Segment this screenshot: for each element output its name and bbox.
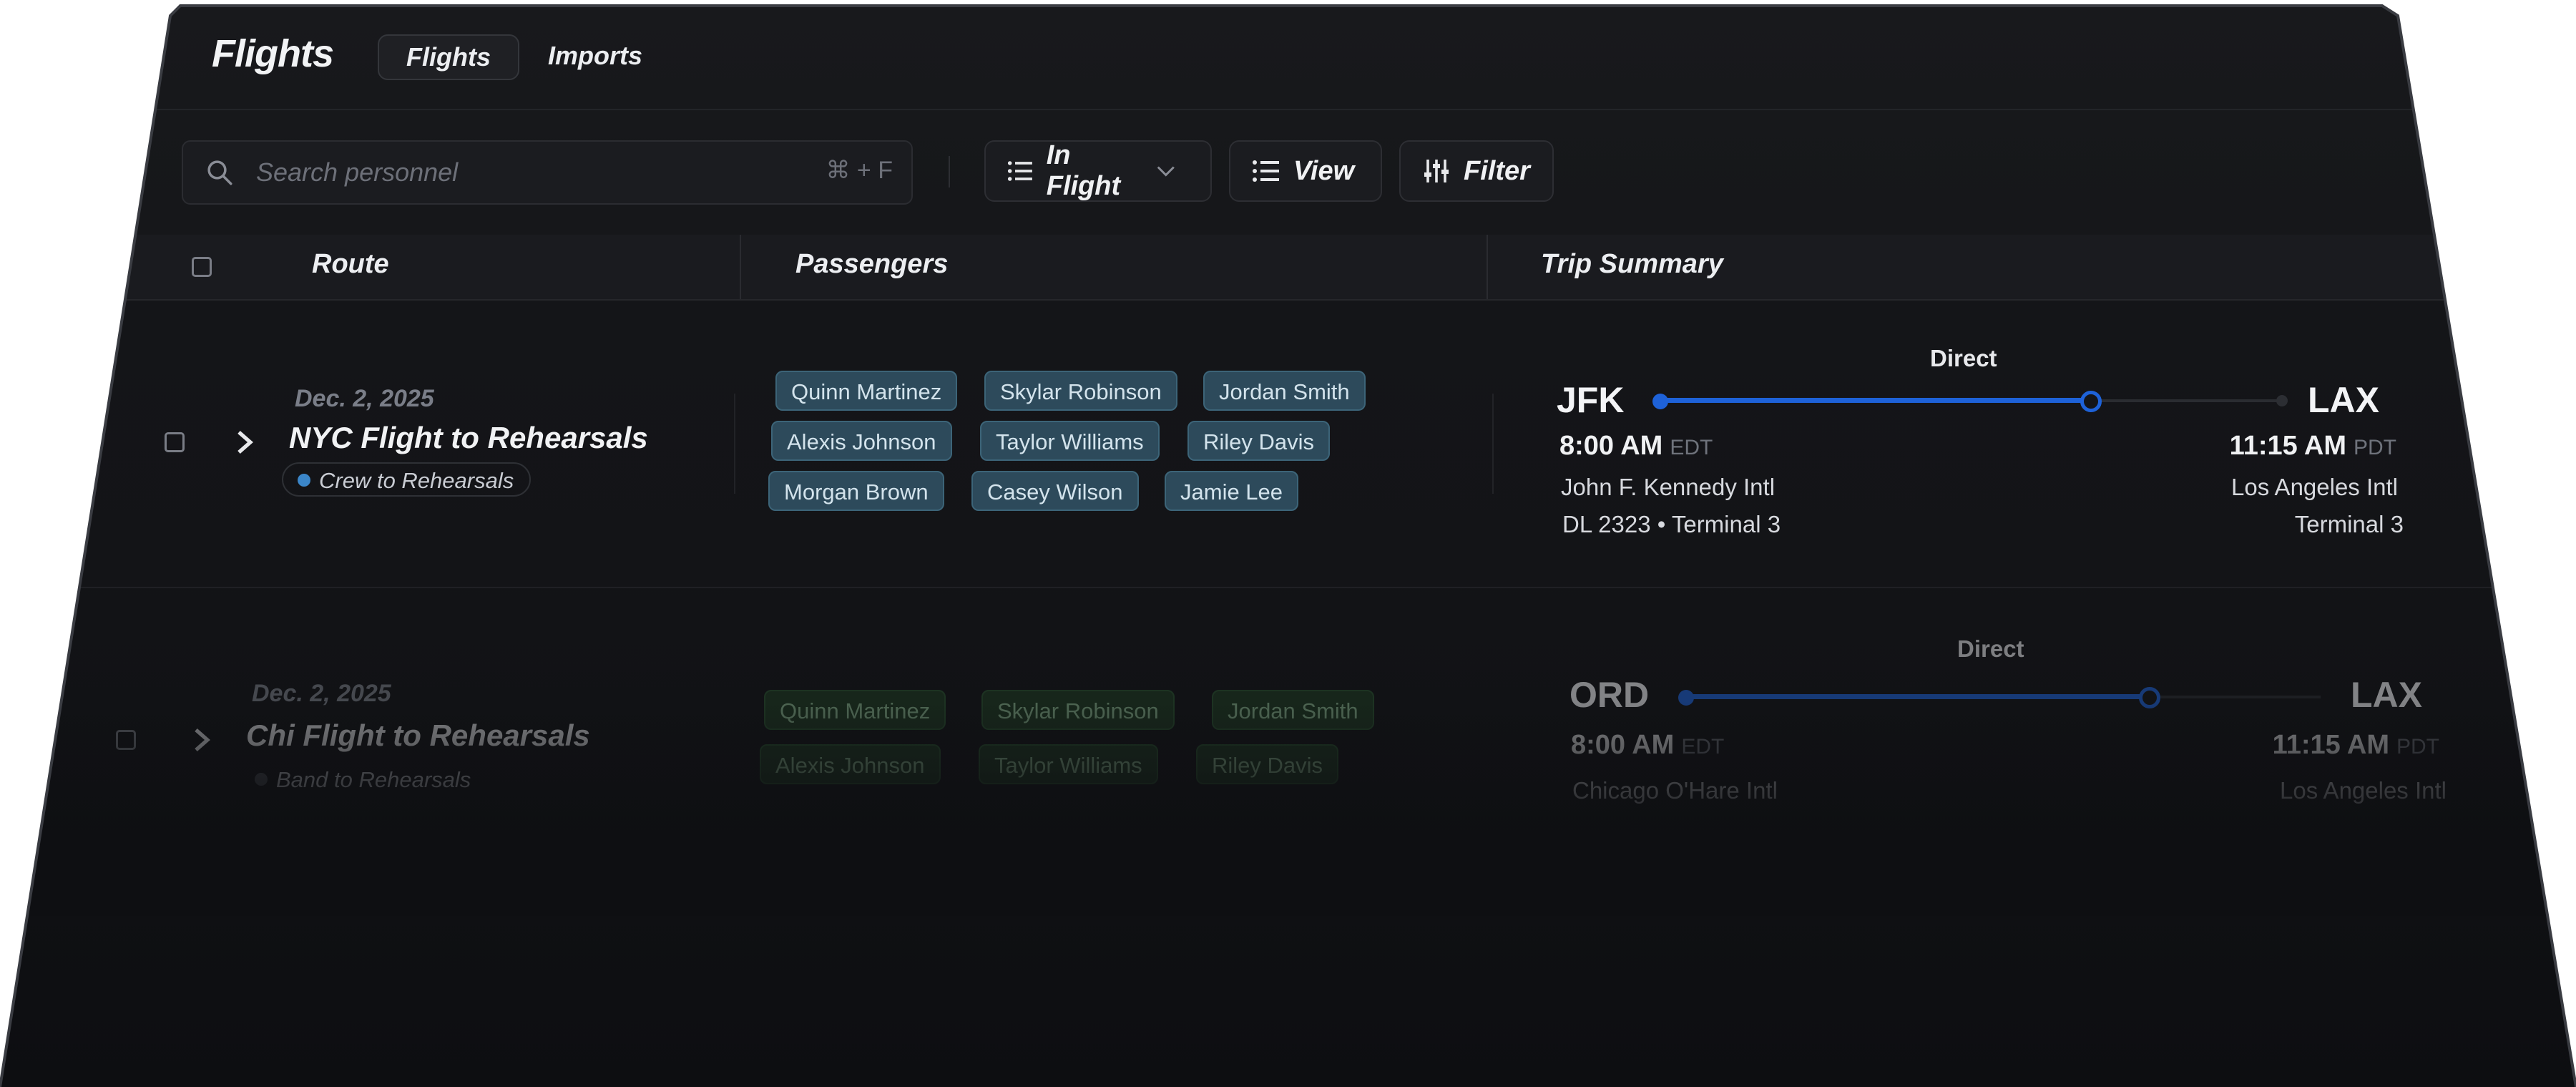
destination-airport: Los Angeles Intl (2280, 777, 2447, 804)
view-label: View (1293, 155, 1355, 186)
status-filter-label: In Flight (1046, 140, 1121, 201)
arrival-time: 11:15 AM PDT (2146, 431, 2396, 462)
route-name[interactable]: Chi Flight to Rehearsals (246, 718, 590, 753)
passenger-chip[interactable]: Alexis Johnson (771, 421, 952, 461)
tab-flights[interactable]: Flights (378, 34, 519, 80)
status-filter-dropdown[interactable]: In Flight (984, 140, 1212, 202)
destination-code: LAX (2351, 675, 2422, 715)
origin-node (1678, 690, 1694, 706)
list-icon (1253, 160, 1279, 182)
departure-timezone: EDT (1670, 436, 1713, 459)
flight-details: DL 2323 • Terminal 3 (1562, 511, 1781, 537)
passenger-chip[interactable]: Jamie Lee (1165, 471, 1299, 511)
departure-time-value: 8:00 AM (1559, 431, 1663, 461)
column-divider (1492, 394, 1494, 494)
select-all-checkbox[interactable] (192, 257, 212, 277)
destination-node (2276, 395, 2288, 406)
column-header-route[interactable]: Route (312, 249, 389, 280)
passenger-chip[interactable]: Riley Davis (1196, 744, 1339, 784)
passenger-chip[interactable]: Jordan Smith (1212, 690, 1374, 730)
chevron-right-icon[interactable] (187, 726, 216, 754)
tag-dot-icon (255, 773, 268, 786)
departure-time: 8:00 AM EDT (1559, 431, 1713, 462)
app-window: Flights Flights Imports ⌘ + F (0, 6, 2576, 1087)
column-divider (734, 394, 735, 494)
column-divider (1487, 235, 1488, 299)
passenger-chip[interactable]: Jordan Smith (1203, 371, 1366, 411)
arrival-time-value: 11:15 AM (2272, 730, 2389, 760)
trip-type-label: Direct (1957, 635, 2024, 662)
table-header: Route Passengers Trip Summary (0, 235, 2576, 301)
passenger-chip[interactable]: Taylor Williams (980, 421, 1160, 461)
route-tag-label: Crew to Rehearsals (319, 468, 514, 493)
chevron-right-icon[interactable] (230, 428, 259, 457)
toolbar-divider (949, 156, 950, 187)
passenger-chip[interactable]: Quinn Martinez (764, 690, 946, 730)
origin-code: JFK (1557, 380, 1625, 420)
route-tag: Crew to Rehearsals (282, 462, 532, 497)
departure-time-value: 8:00 AM (1571, 730, 1675, 760)
chevron-down-icon (1157, 166, 1175, 177)
search-icon (207, 160, 232, 185)
origin-airport: John F. Kennedy Intl (1561, 474, 1776, 500)
arrival-timezone: PDT (2396, 735, 2439, 759)
plane-position-marker (2080, 391, 2102, 412)
top-bar: Flights Flights Imports (0, 6, 2576, 110)
search-input[interactable] (255, 152, 758, 193)
arrival-timezone: PDT (2354, 436, 2396, 459)
table-row[interactable]: Dec. 2, 2025 Chi Flight to Rehearsals Ba… (0, 588, 2576, 832)
route-name[interactable]: NYC Flight to Rehearsals (289, 421, 648, 455)
departure-time: 8:00 AM EDT (1571, 730, 1724, 761)
filter-button[interactable]: Filter (1399, 140, 1554, 202)
passenger-chip[interactable]: Skylar Robinson (981, 690, 1175, 730)
view-button[interactable]: View (1229, 140, 1382, 202)
search-box[interactable]: ⌘ + F (182, 140, 913, 205)
passenger-chip[interactable]: Quinn Martinez (775, 371, 958, 411)
app-title: Flights (212, 32, 334, 75)
passenger-chip[interactable]: Taylor Williams (979, 744, 1158, 784)
destination-code: LAX (2308, 380, 2379, 420)
column-header-trip-summary[interactable]: Trip Summary (1541, 249, 1723, 280)
passenger-chip[interactable]: Riley Davis (1187, 421, 1331, 461)
passenger-chip[interactable]: Morgan Brown (768, 471, 944, 511)
passenger-chip[interactable]: Alexis Johnson (760, 744, 941, 784)
route-date: Dec. 2, 2025 (295, 385, 434, 412)
screenshot-stage: Flights Flights Imports ⌘ + F (0, 0, 2576, 1087)
filter-label: Filter (1464, 155, 1530, 186)
origin-node (1652, 394, 1668, 409)
departure-timezone: EDT (1681, 735, 1725, 759)
plane-position-marker (2139, 687, 2160, 708)
column-divider (740, 235, 741, 299)
tag-dot-icon (298, 474, 310, 487)
row-checkbox[interactable] (165, 432, 185, 452)
origin-code: ORD (1569, 675, 1650, 715)
row-checkbox[interactable] (116, 730, 136, 750)
route-tag-label: Band to Rehearsals (276, 767, 471, 792)
arrival-time-value: 11:15 AM (2229, 431, 2346, 461)
table-row[interactable]: Dec. 2, 2025 NYC Flight to Rehearsals Cr… (0, 301, 2576, 588)
tab-imports[interactable]: Imports (521, 34, 670, 77)
toolbar: ⌘ + F In Flight (0, 109, 2576, 236)
flight-progress (1685, 694, 2150, 699)
trip-type-label: Direct (1930, 345, 1997, 371)
route-date: Dec. 2, 2025 (252, 680, 391, 707)
search-shortcut-hint: ⌘ + F (826, 157, 893, 184)
arrival-terminal: Terminal 3 (2294, 511, 2404, 537)
arrival-time: 11:15 AM PDT (2182, 730, 2439, 761)
sliders-icon (1424, 160, 1449, 182)
route-tag: Band to Rehearsals (239, 761, 488, 796)
flight-progress (1660, 398, 2092, 403)
origin-airport: Chicago O'Hare Intl (1572, 777, 1778, 804)
passenger-chip[interactable]: Casey Wilson (971, 471, 1139, 511)
passenger-chip[interactable]: Skylar Robinson (984, 371, 1177, 411)
destination-airport: Los Angeles Intl (2231, 474, 2398, 500)
list-icon (1007, 161, 1032, 181)
column-header-passengers[interactable]: Passengers (795, 249, 948, 280)
